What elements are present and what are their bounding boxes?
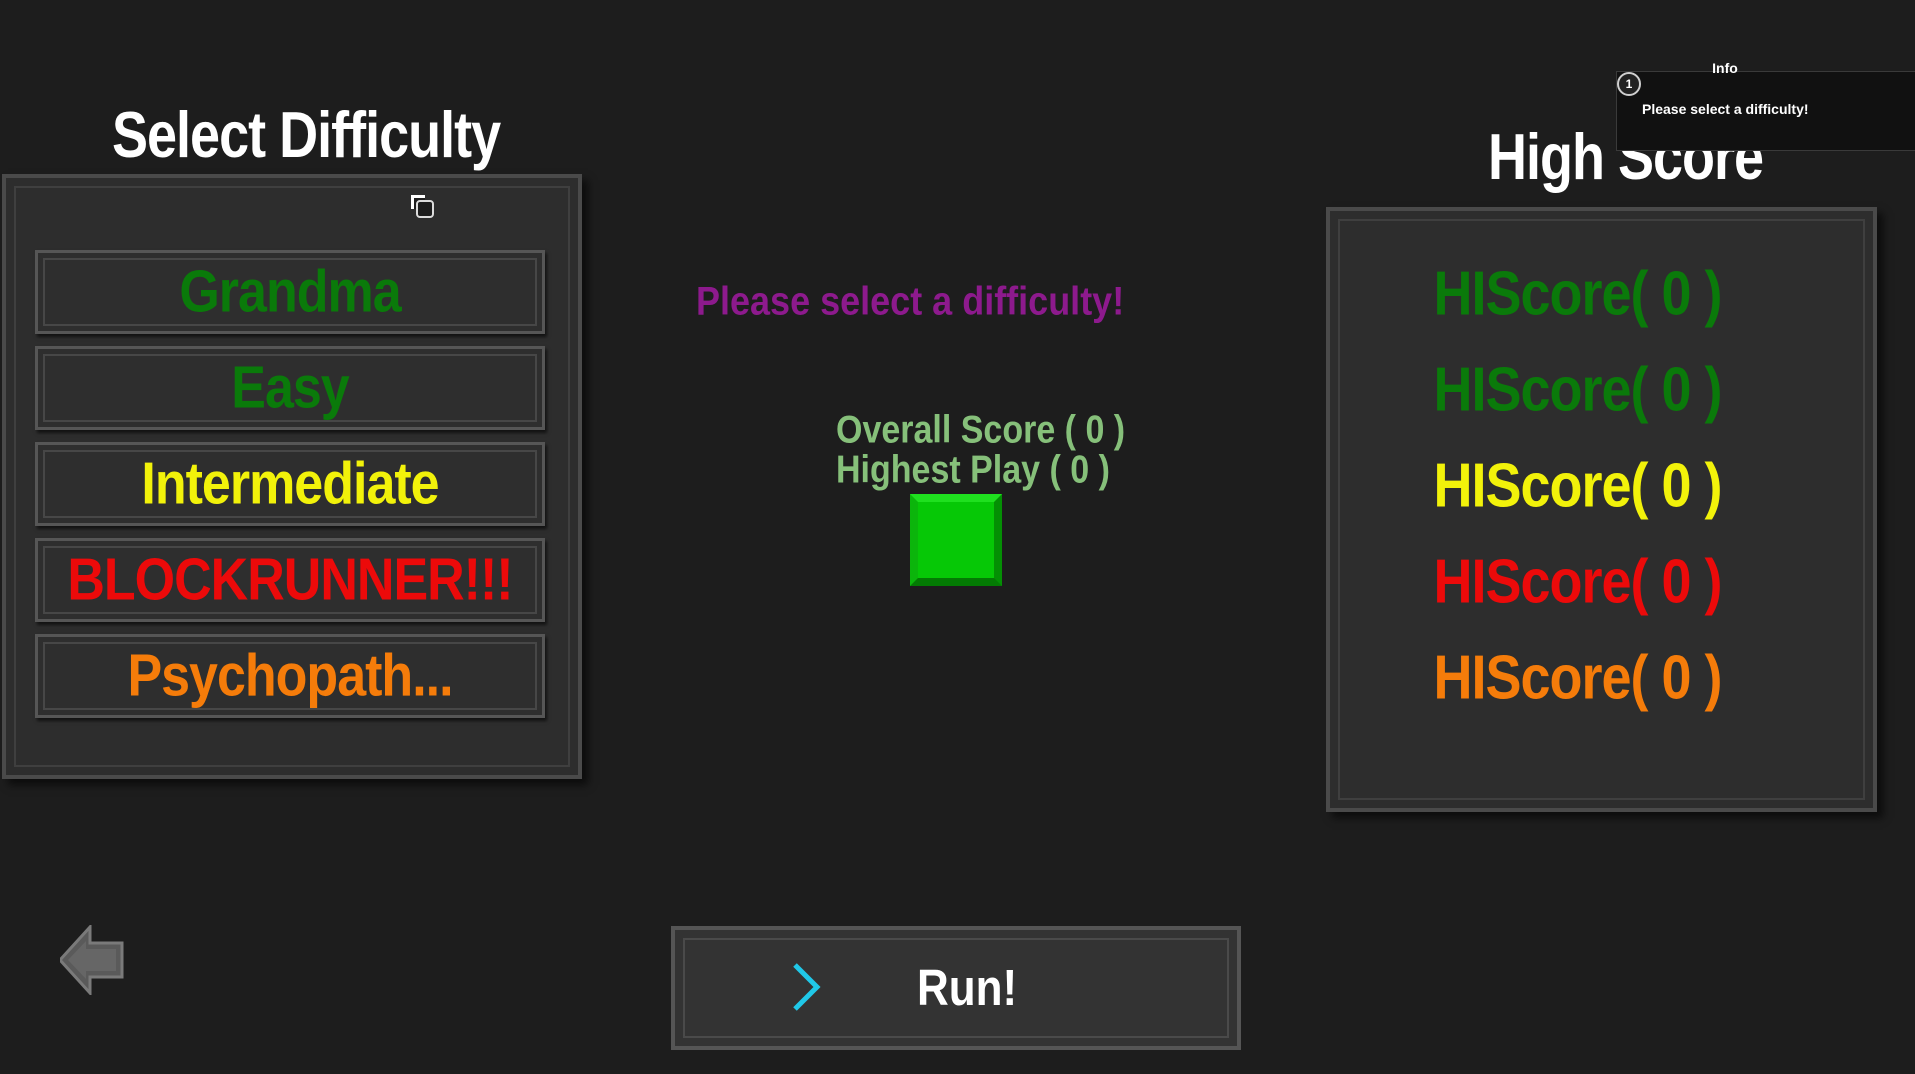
difficulty-button-easy[interactable]: Easy	[35, 346, 545, 430]
difficulty-panel: Grandma Easy Intermediate BLOCKRUNNER!!!…	[2, 174, 582, 779]
highest-play: Highest Play ( 0 )	[836, 448, 1110, 492]
difficulty-label: BLOCKRUNNER!!!	[67, 546, 513, 614]
difficulty-label: Easy	[231, 354, 349, 422]
info-badge: 1	[1617, 72, 1641, 96]
difficulty-label: Grandma	[179, 258, 401, 326]
difficulty-button-blockrunner[interactable]: BLOCKRUNNER!!!	[35, 538, 545, 622]
player-block	[910, 494, 1002, 586]
run-button[interactable]: Run!	[671, 926, 1241, 1050]
select-difficulty-title: Select Difficulty	[112, 99, 501, 172]
difficulty-label: Psychopath...	[127, 642, 453, 710]
info-popup-message: Please select a difficulty!	[1642, 101, 1809, 117]
high-score-easy: HIScore( 0 )	[1433, 355, 1722, 425]
high-score-grandma: HIScore( 0 )	[1433, 259, 1722, 329]
high-score-intermediate: HIScore( 0 )	[1433, 451, 1722, 521]
difficulty-prompt: Please select a difficulty!	[696, 278, 1125, 324]
high-score-blockrunner: HIScore( 0 )	[1433, 547, 1722, 617]
difficulty-button-intermediate[interactable]: Intermediate	[35, 442, 545, 526]
run-button-label: Run!	[917, 960, 1018, 1017]
difficulty-button-grandma[interactable]: Grandma	[35, 250, 545, 334]
window-cursor-icon	[411, 195, 434, 218]
difficulty-label: Intermediate	[141, 450, 439, 518]
arrow-left-icon[interactable]	[60, 925, 126, 995]
high-score-psychopath: HIScore( 0 )	[1433, 643, 1722, 713]
overall-score: Overall Score ( 0 )	[836, 408, 1126, 452]
high-score-panel: HIScore( 0 ) HIScore( 0 ) HIScore( 0 ) H…	[1326, 207, 1877, 812]
difficulty-button-psychopath[interactable]: Psychopath...	[35, 634, 545, 718]
chevron-right-icon	[793, 963, 821, 1011]
info-popup-title: Info	[1712, 60, 1738, 76]
